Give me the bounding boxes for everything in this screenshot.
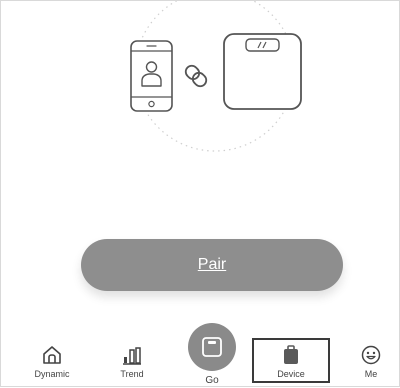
tab-dynamic[interactable]: Dynamic xyxy=(30,344,74,379)
smart-scale-icon xyxy=(223,33,302,110)
bar-chart-icon xyxy=(123,347,141,365)
tab-device[interactable]: Device xyxy=(269,344,313,379)
tab-trend[interactable]: Trend xyxy=(112,344,152,379)
pair-button[interactable]: Pair xyxy=(81,239,343,291)
tab-me[interactable]: Me xyxy=(356,344,386,379)
tab-label: Trend xyxy=(120,369,144,379)
pairing-illustration xyxy=(130,1,302,152)
scale-icon xyxy=(202,337,222,357)
go-button-circle[interactable] xyxy=(188,323,236,371)
tab-label: Me xyxy=(364,369,378,379)
phone-icon xyxy=(130,40,173,112)
tab-go[interactable]: Go xyxy=(187,323,237,386)
smiley-face-icon xyxy=(361,345,381,365)
device-pairing-screen: Pair Dynamic Trend Go Device Me xyxy=(0,0,400,387)
link-icon xyxy=(184,64,208,88)
tab-label: Dynamic xyxy=(34,369,70,379)
device-bag-icon xyxy=(284,345,298,364)
home-icon xyxy=(43,346,61,364)
tab-label: Go xyxy=(205,375,219,386)
tab-label: Device xyxy=(277,369,305,379)
pair-button-label: Pair xyxy=(197,256,227,273)
